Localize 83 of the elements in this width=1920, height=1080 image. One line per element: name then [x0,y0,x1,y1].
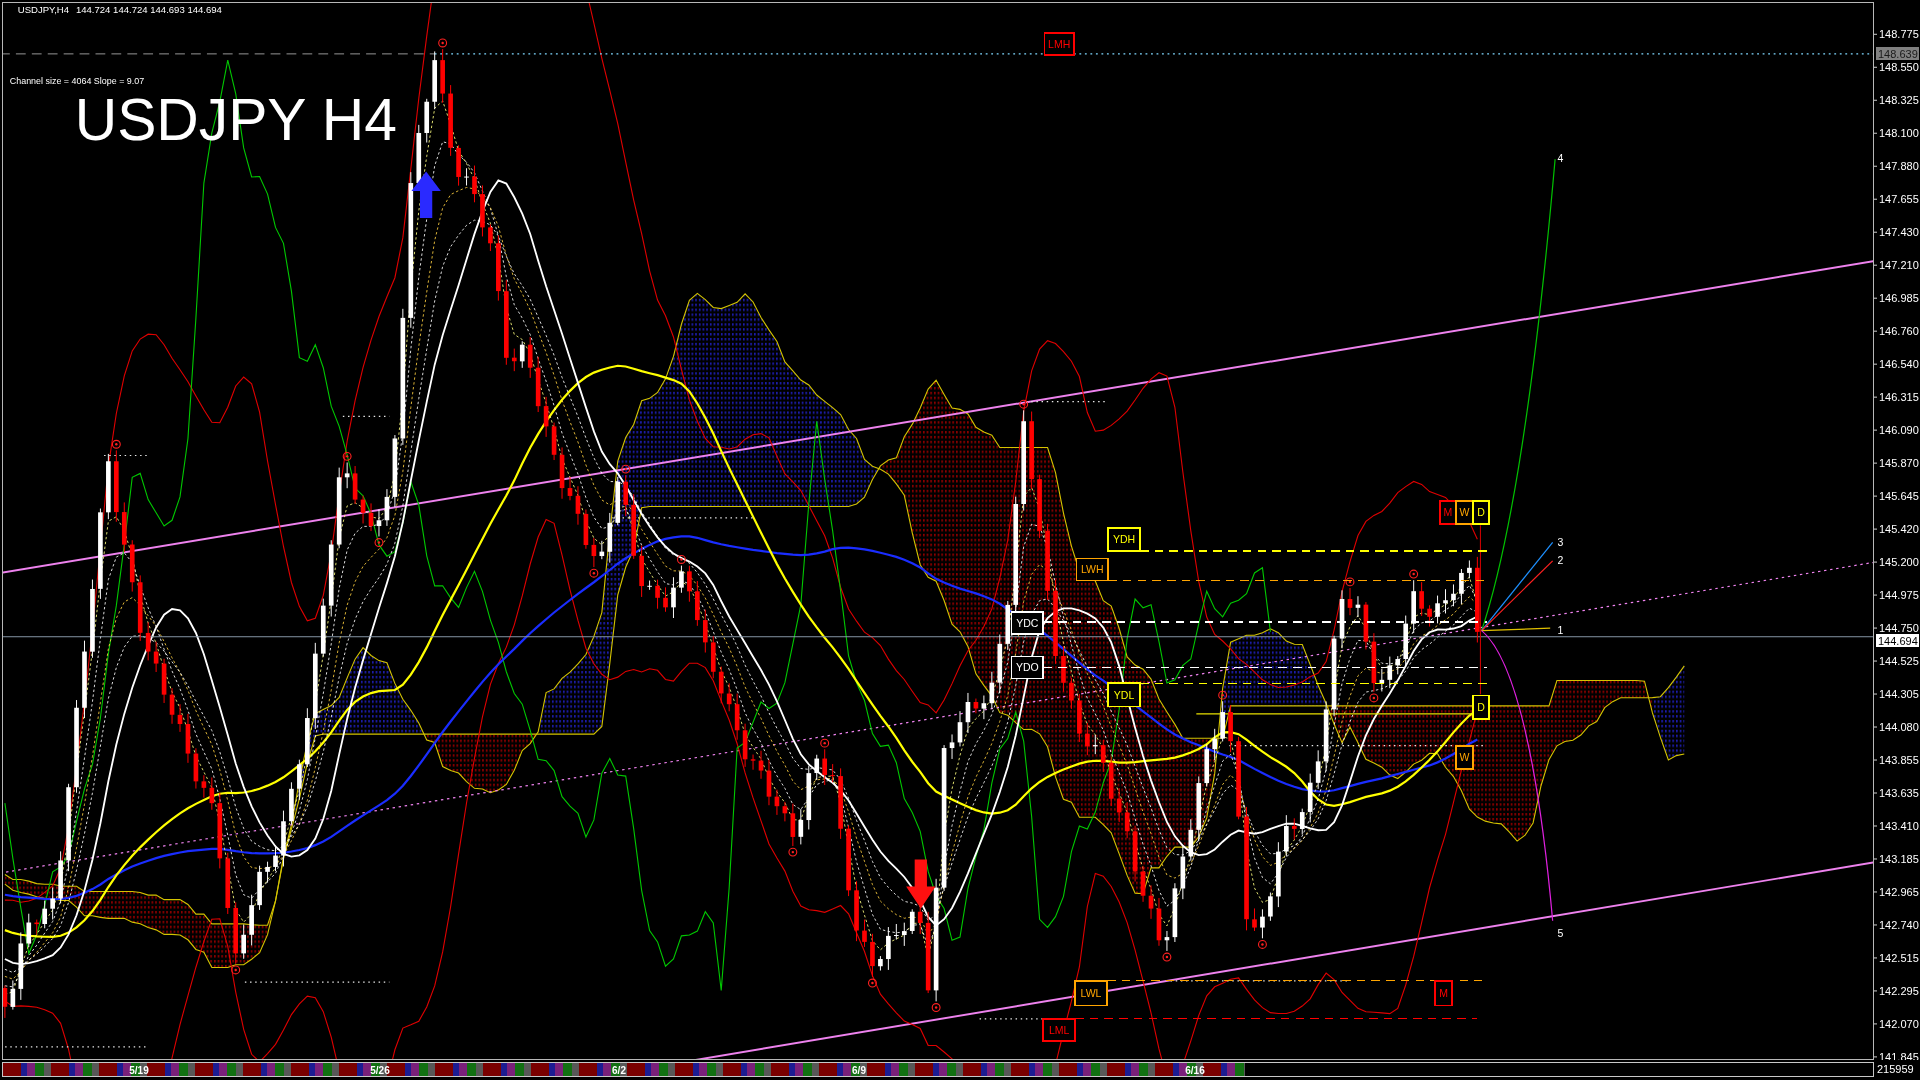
projection-number: 3 [1557,536,1564,549]
price-tick-label: 146.760 [1879,325,1919,338]
fractal-marker-icon [1409,569,1419,579]
price-tick-label: 146.315 [1879,391,1919,404]
fractal-marker-icon [111,439,121,449]
fractal-marker-icon [1218,690,1228,700]
projection-number: 1 [1557,624,1564,637]
level-tag: M [1434,980,1454,1007]
price-tick-label: 145.420 [1879,523,1919,536]
projection-number: 2 [1557,554,1564,567]
up-arrow-icon [411,171,441,218]
dotted-level-line [103,454,148,457]
fractal-marker-icon [1019,399,1029,409]
price-tick-label: 147.210 [1879,259,1919,272]
ohlc-values: 144.724 144.724 144.693 144.694 [75,4,222,16]
date-label: 5/19 [129,1064,149,1076]
price-tick-label: 144.305 [1879,688,1919,701]
price-tick-label: 145.645 [1879,490,1919,503]
date-label: 6/9 [852,1064,866,1076]
fractal-marker-icon [589,568,599,578]
price-tag: 148.639 [1876,47,1919,60]
price-tick-label: 142.515 [1879,951,1919,964]
price-tick-label: 147.655 [1879,193,1919,206]
level-tag: W [1455,744,1474,770]
date-label: 6/2 [612,1064,626,1076]
level-tag: LMH [1043,32,1075,56]
level-tag: LML [1042,1018,1076,1042]
price-tick-label: 144.975 [1879,589,1919,602]
price-tick-label: 147.430 [1879,226,1919,239]
level-tag: YDC [1010,611,1045,636]
price-tag: 144.694 [1876,634,1919,647]
fractal-marker-icon [1258,940,1267,949]
level-tag: D [1472,694,1490,720]
symbol-label: USDJPY,H4 [17,4,70,16]
price-tick-label: 146.090 [1879,424,1919,437]
price-tick-label: 144.525 [1879,655,1919,668]
price-tick-label: 147.880 [1879,160,1919,173]
price-tick-label: 142.965 [1879,885,1919,898]
price-tick-label: 145.200 [1879,556,1919,569]
fractal-marker-icon [621,464,631,474]
fractal-marker-icon [820,738,830,748]
fractal-marker-icon [374,538,384,548]
fractal-marker-icon [1345,577,1355,587]
price-tick-label: 142.295 [1879,984,1919,997]
fractal-marker-icon [342,451,352,461]
level-tag: LWL [1074,980,1108,1007]
price-tick-label: 148.325 [1879,94,1919,107]
channel-info: Channel size = 4064 Slope = 9.07 [9,75,145,86]
level-tag: D [1472,500,1490,525]
price-tick-label: 145.870 [1879,457,1919,470]
fractal-marker-icon [931,1003,941,1012]
counter-label: 215959 [1876,1062,1914,1076]
price-tick-label: 146.985 [1879,292,1919,305]
level-tag: YDL [1107,682,1141,708]
level-tag: LWH [1075,557,1109,582]
level-tag: YDH [1107,526,1141,552]
level-tag: YDO [1010,655,1045,680]
fractal-marker-icon [676,555,686,564]
projection-number: 5 [1557,926,1564,939]
projection-number: 4 [1557,151,1564,164]
fractal-marker-icon [1162,952,1172,962]
date-label: 6/16 [1185,1064,1205,1076]
fractal-marker-icon [868,978,877,988]
level-tag: M [1439,500,1457,525]
fractal-marker-icon [438,38,448,48]
price-tick-label: 142.740 [1879,918,1919,931]
price-tick-label: 144.080 [1879,721,1919,734]
price-tick-label: 142.070 [1879,1017,1919,1030]
price-tick-label: 148.100 [1879,127,1919,140]
price-tick-label: 143.855 [1879,754,1919,766]
price-tick-label: 146.540 [1879,358,1919,371]
fractal-marker-icon [231,965,241,975]
down-arrow-icon [906,859,936,909]
price-tick-label: 143.635 [1879,787,1919,799]
fractal-marker-icon [1369,693,1379,703]
fractal-marker-icon [788,847,798,857]
price-tick-label: 148.775 [1879,28,1919,41]
price-tick-label: 143.410 [1879,820,1919,832]
price-tick-label: 143.185 [1879,853,1919,865]
level-tag: W [1455,500,1474,525]
date-label: 5/26 [370,1064,390,1076]
price-tick-label: 144.750 [1879,622,1919,635]
price-tick-label: 148.550 [1879,61,1919,74]
